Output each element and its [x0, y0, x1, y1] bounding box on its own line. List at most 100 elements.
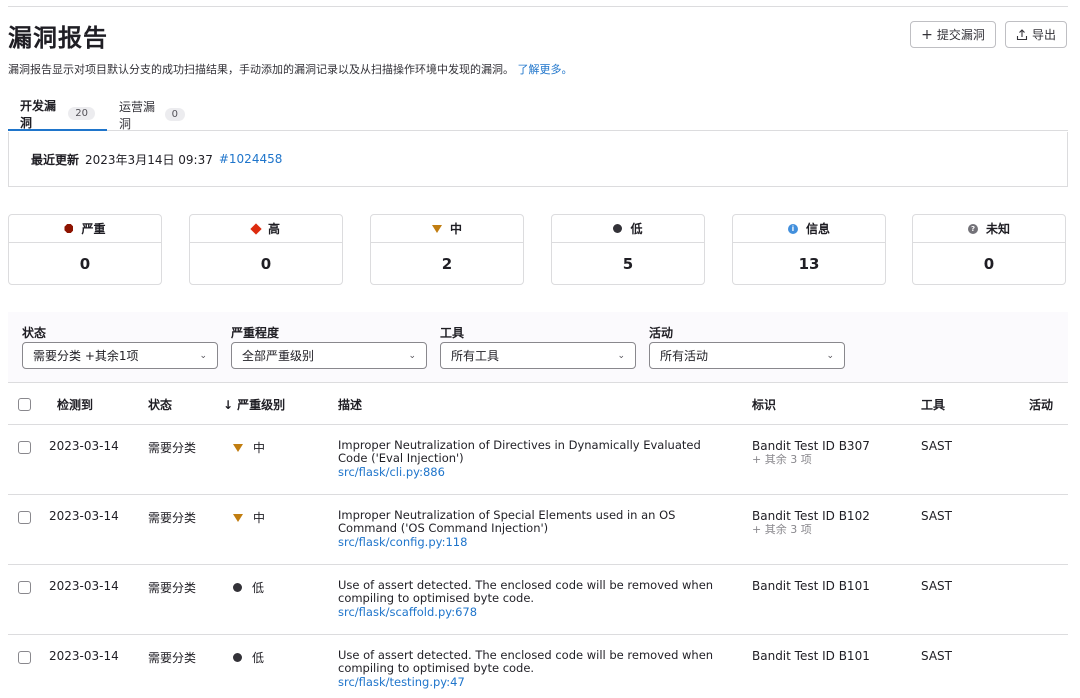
row-identifier: Bandit Test ID B101 — [752, 579, 870, 593]
last-updated-panel: 最近更新 2023年3月14日 09:37 #1024458 — [8, 132, 1068, 187]
column-severity[interactable]: ↓ 严重级别 — [223, 384, 285, 425]
severity-card-critical: 严重 0 — [8, 214, 162, 285]
row-description: Improper Neutralization of Directives in… — [338, 438, 728, 480]
info-icon: i — [787, 223, 798, 234]
filter-tool: 工具 所有工具 ⌄ — [440, 324, 636, 369]
last-updated-label: 最近更新 — [31, 152, 80, 167]
severity-card-value: 13 — [798, 255, 820, 273]
row-description: Use of assert detected. The enclosed cod… — [338, 649, 728, 690]
status-select-value: 需要分类 +其余1项 — [33, 349, 139, 363]
row-identifier-more: + 其余 3 项 — [752, 523, 812, 536]
activity-select[interactable]: 所有活动 ⌄ — [649, 342, 845, 369]
severity-card-value: 2 — [441, 255, 453, 273]
medium-icon — [233, 443, 243, 452]
row-tool: SAST — [921, 649, 952, 663]
row-checkbox[interactable] — [18, 511, 31, 524]
activity-select-value: 所有活动 — [660, 349, 709, 363]
row-checkbox[interactable] — [18, 441, 31, 454]
row-severity-label: 低 — [252, 651, 265, 665]
filter-activity: 活动 所有活动 ⌄ — [649, 324, 845, 369]
column-description: 描述 — [338, 398, 363, 412]
tab-operational-count: 0 — [164, 108, 185, 121]
submit-vulnerability-label: 提交漏洞 — [936, 28, 985, 42]
export-icon — [1016, 28, 1028, 40]
row-description-text: Use of assert detected. The enclosed cod… — [338, 578, 714, 605]
severity-select[interactable]: 全部严重级别 ⌄ — [231, 342, 427, 369]
vulnerability-tabs: 开发漏洞 20 运营漏洞 0 — [8, 98, 1068, 131]
low-icon — [233, 583, 242, 592]
severity-card-high: 高 0 — [189, 214, 343, 285]
row-description: Improper Neutralization of Special Eleme… — [338, 508, 728, 550]
severity-card-label: 严重 — [81, 222, 106, 236]
plus-icon: + — [921, 26, 933, 43]
page-title: 漏洞报告 — [8, 24, 108, 52]
row-identifier: Bandit Test ID B101 — [752, 649, 870, 663]
high-icon — [250, 222, 262, 235]
severity-card-label: 未知 — [985, 222, 1010, 236]
row-checkbox[interactable] — [18, 651, 31, 664]
column-activity: 活动 — [1029, 398, 1054, 412]
tab-development[interactable]: 开发漏洞 20 — [8, 98, 107, 131]
filter-bar: 状态 需要分类 +其余1项 ⌄ 严重程度 全部严重级别 ⌄ 工具 所有工具 ⌄ … — [8, 312, 1068, 383]
row-file-link[interactable]: src/flask/scaffold.py:678 — [338, 605, 728, 619]
row-severity: 低 — [233, 649, 264, 666]
row-severity: 低 — [233, 579, 264, 596]
table-row[interactable]: 2023-03-14 需要分类 中 Improper Neutralizatio… — [8, 496, 1068, 565]
row-checkbox[interactable] — [18, 581, 31, 594]
row-file-link[interactable]: src/flask/config.py:118 — [338, 535, 728, 549]
severity-card-info: i 信息 13 — [732, 214, 886, 285]
tab-operational[interactable]: 运营漏洞 0 — [107, 98, 197, 131]
row-description-text: Improper Neutralization of Special Eleme… — [338, 508, 676, 535]
severity-card-low: 低 5 — [551, 214, 705, 285]
severity-card-value: 0 — [260, 255, 272, 273]
severity-card-medium: 中 2 — [370, 214, 524, 285]
row-severity: 中 — [233, 439, 265, 456]
row-file-link[interactable]: src/flask/cli.py:886 — [338, 465, 728, 479]
table-row[interactable]: 2023-03-14 需要分类 低 Use of assert detected… — [8, 636, 1068, 698]
top-divider — [8, 6, 1068, 7]
row-status: 需要分类 — [148, 511, 197, 525]
row-identifier-text: Bandit Test ID B101 — [752, 649, 870, 663]
row-identifier-text: Bandit Test ID B307 — [752, 439, 870, 453]
row-file-link[interactable]: src/flask/testing.py:47 — [338, 675, 728, 689]
row-detected: 2023-03-14 — [49, 649, 119, 663]
last-updated-time: 2023年3月14日 09:37 — [85, 152, 213, 167]
filter-status: 状态 需要分类 +其余1项 ⌄ — [22, 324, 218, 369]
tab-operational-label: 运营漏洞 — [119, 99, 156, 131]
row-tool: SAST — [921, 509, 952, 523]
row-detected: 2023-03-14 — [49, 509, 119, 523]
learn-more-link[interactable]: 了解更多。 — [518, 63, 573, 76]
submit-vulnerability-button[interactable]: + 提交漏洞 — [910, 21, 996, 48]
pipeline-link[interactable]: #1024458 — [219, 152, 283, 166]
severity-card-label: 低 — [630, 222, 643, 236]
filter-activity-label: 活动 — [649, 326, 674, 340]
chevron-down-icon: ⌄ — [408, 350, 416, 361]
table-header: 检测到 状态 ↓ 严重级别 描述 标识 工具 活动 — [8, 384, 1068, 425]
severity-card-unknown: ? 未知 0 — [912, 214, 1066, 285]
select-all-checkbox[interactable] — [18, 398, 31, 411]
row-description-text: Improper Neutralization of Directives in… — [338, 438, 701, 465]
column-status[interactable]: 状态 — [148, 384, 172, 425]
row-severity-label: 低 — [252, 581, 265, 595]
low-icon — [233, 653, 242, 662]
filter-status-label: 状态 — [22, 326, 47, 340]
column-tool[interactable]: 工具 — [921, 384, 945, 425]
export-label: 导出 — [1031, 28, 1056, 42]
severity-card-value: 0 — [983, 255, 995, 273]
export-button[interactable]: 导出 — [1005, 21, 1067, 48]
medium-icon — [431, 224, 442, 233]
row-identifier-more: + 其余 3 项 — [752, 453, 812, 466]
row-description: Use of assert detected. The enclosed cod… — [338, 578, 728, 620]
chevron-down-icon: ⌄ — [617, 350, 625, 361]
status-select[interactable]: 需要分类 +其余1项 ⌄ — [22, 342, 218, 369]
table-row[interactable]: 2023-03-14 需要分类 中 Improper Neutralizatio… — [8, 426, 1068, 495]
table-row[interactable]: 2023-03-14 需要分类 低 Use of assert detected… — [8, 566, 1068, 635]
tool-select[interactable]: 所有工具 ⌄ — [440, 342, 636, 369]
column-identifier: 标识 — [752, 398, 777, 412]
row-tool: SAST — [921, 439, 952, 453]
row-tool: SAST — [921, 579, 952, 593]
severity-select-value: 全部严重级别 — [242, 349, 315, 363]
column-detected[interactable]: 检测到 — [57, 384, 93, 425]
medium-icon — [233, 513, 243, 522]
filter-tool-label: 工具 — [440, 326, 465, 340]
